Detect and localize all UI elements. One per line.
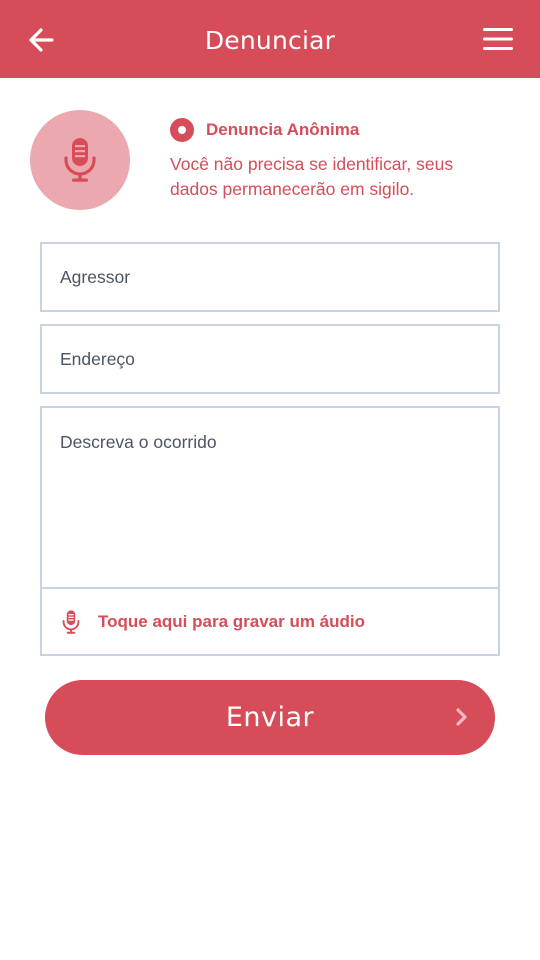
microphone-icon [64,138,96,182]
microphone-icon [62,609,80,634]
send-button[interactable]: Enviar [45,680,495,755]
radio-selected-dot [178,126,186,134]
agressor-input[interactable] [42,244,498,310]
endereco-input[interactable] [42,326,498,392]
descricao-field: Toque aqui para gravar um áudio [40,406,500,656]
endereco-field [40,324,500,394]
record-audio-label: Toque aqui para gravar um áudio [98,611,366,631]
hamburger-menu-icon [483,28,513,50]
anonymous-radio[interactable] [170,118,194,142]
send-button-label: Enviar [225,702,315,733]
record-audio-button[interactable]: Toque aqui para gravar um áudio [42,587,498,654]
anonymous-option[interactable]: Denuncia Anônima [170,118,500,142]
menu-button[interactable] [482,24,514,54]
anonymous-description: Você não precisa se identificar, seus da… [170,154,454,199]
record-audio-avatar[interactable] [30,110,130,210]
arrow-left-icon [29,28,54,52]
page-title: Denunciar [204,25,336,55]
app-header: Denunciar [0,0,540,78]
anonymous-label: Denuncia Anônima [206,120,360,139]
back-button[interactable] [26,25,56,55]
agressor-field [40,242,500,312]
descricao-textarea[interactable] [42,408,498,586]
chevron-right-icon [456,708,467,726]
anonymous-report-section: Denuncia Anônima Você não precisa se ide… [170,118,500,202]
